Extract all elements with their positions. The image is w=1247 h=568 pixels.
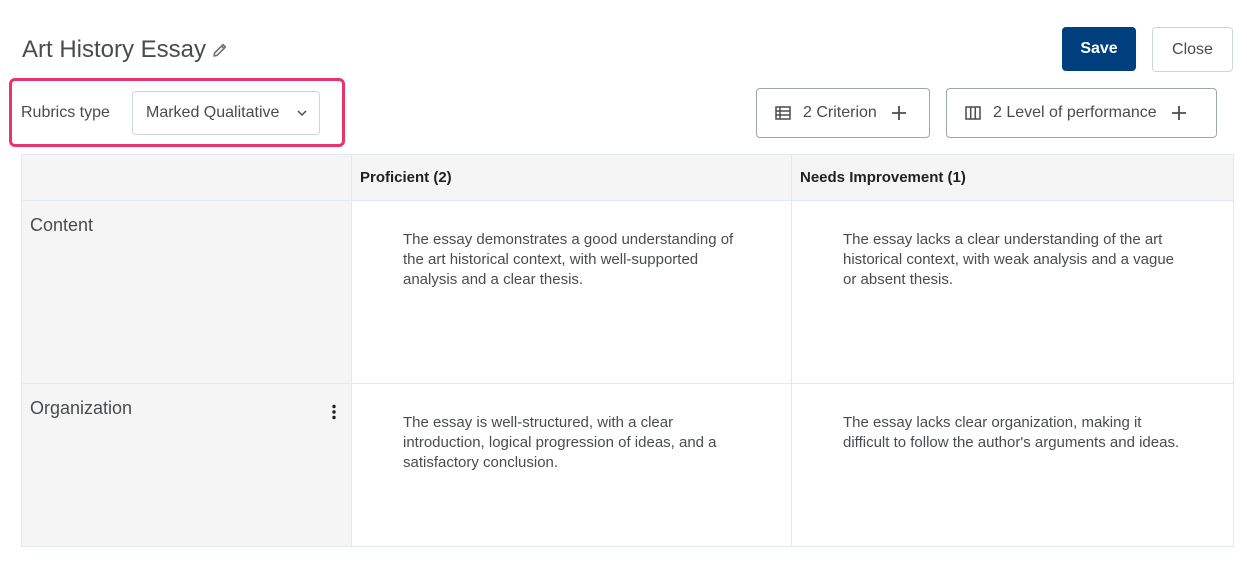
table-row: Content The essay demonstrates a good un… [21, 200, 1234, 384]
page-title: Art History Essay [22, 36, 207, 63]
rubrics-type-value: Marked Qualitative [146, 104, 280, 121]
description-text: The essay demonstrates a good understand… [403, 231, 734, 288]
chevron-down-icon [297, 109, 307, 117]
kebab-icon[interactable] [331, 404, 337, 420]
save-button[interactable]: Save [1062, 27, 1136, 71]
rubric-table: Proficient (2) Needs Improvement (1) Con… [21, 154, 1234, 547]
table-row: Organization The essay is well-structure… [21, 383, 1234, 547]
criterion-count-label: 2 Criterion [803, 104, 877, 121]
description-cell[interactable]: The essay demonstrates a good understand… [351, 200, 792, 384]
table-header-row: Proficient (2) Needs Improvement (1) [21, 154, 1234, 201]
levels-count-label: 2 Level of performance [993, 104, 1157, 121]
criterion-name: Organization [30, 398, 133, 418]
plus-icon [1171, 105, 1187, 121]
column-header-empty [21, 154, 352, 201]
criterion-cell[interactable]: Organization [21, 383, 352, 547]
criterion-name: Content [30, 215, 94, 235]
list-icon [775, 105, 791, 121]
description-cell[interactable]: The essay lacks clear organization, maki… [791, 383, 1234, 547]
description-text: The essay is well-structured, with a cle… [403, 414, 717, 471]
rubrics-type-select[interactable]: Marked Qualitative [132, 91, 320, 135]
description-cell[interactable]: The essay is well-structured, with a cle… [351, 383, 792, 547]
pencil-icon[interactable] [212, 42, 228, 58]
columns-icon [965, 105, 981, 121]
rubrics-type-label: Rubrics type [21, 104, 110, 121]
description-text: The essay lacks clear organization, maki… [843, 414, 1180, 451]
column-header-needs-improvement[interactable]: Needs Improvement (1) [791, 154, 1234, 201]
close-button[interactable]: Close [1152, 27, 1233, 72]
plus-icon [891, 105, 907, 121]
add-criterion-button[interactable]: 2 Criterion [756, 88, 930, 138]
add-level-button[interactable]: 2 Level of performance [946, 88, 1217, 138]
title-area: Art History Essay [22, 34, 228, 66]
column-header-proficient[interactable]: Proficient (2) [351, 154, 792, 201]
description-text: The essay lacks a clear understanding of… [843, 231, 1175, 288]
criterion-cell[interactable]: Content [21, 200, 352, 384]
description-cell[interactable]: The essay lacks a clear understanding of… [791, 200, 1234, 384]
